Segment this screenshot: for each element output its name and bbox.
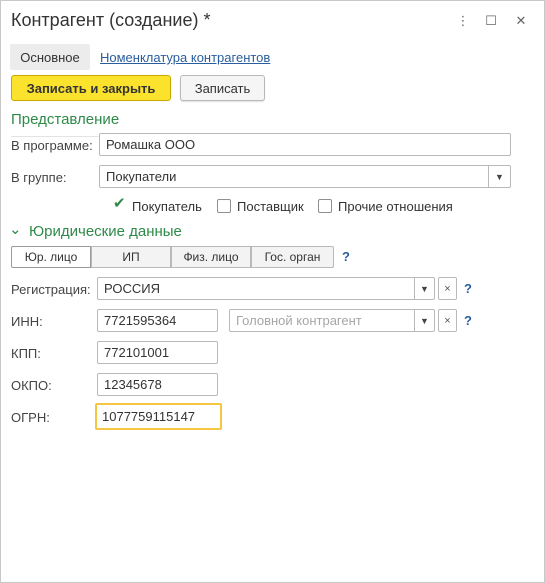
okpo-input[interactable]: 12345678 bbox=[97, 373, 218, 396]
kpp-input[interactable]: 772101001 bbox=[97, 341, 218, 364]
window-title: Контрагент (создание) * bbox=[11, 10, 211, 30]
check-icon: ✔ bbox=[113, 195, 126, 212]
collapse-chevron-icon[interactable]: ⌄ bbox=[9, 220, 22, 238]
ogrn-label: ОГРН: bbox=[11, 410, 50, 425]
maximize-icon[interactable]: ☐ bbox=[481, 11, 501, 31]
in-program-input[interactable]: Ромашка ООО bbox=[99, 133, 511, 156]
legal-type-help-icon[interactable]: ? bbox=[342, 249, 350, 264]
group-dropdown-icon[interactable]: ▼ bbox=[489, 165, 511, 188]
form-window: Контрагент (создание) * ⋮ ☐ ✕ Основное Н… bbox=[0, 0, 545, 583]
registration-clear-icon[interactable]: × bbox=[438, 277, 457, 300]
tab-main[interactable]: Основное bbox=[10, 44, 90, 70]
more-menu-icon[interactable]: ⋮ bbox=[453, 11, 473, 31]
registration-label: Регистрация: bbox=[11, 282, 91, 297]
buyer-checkbox[interactable]: ✔ bbox=[113, 195, 128, 213]
legal-data-heading[interactable]: Юридические данные bbox=[29, 223, 182, 240]
buyer-checkbox-label[interactable]: Покупатель bbox=[132, 199, 202, 214]
ogrn-input[interactable]: 1077759115147 bbox=[95, 403, 222, 430]
supplier-checkbox[interactable] bbox=[217, 199, 231, 213]
other-relations-checkbox[interactable] bbox=[318, 199, 332, 213]
in-program-label: В программе: bbox=[11, 138, 93, 153]
other-relations-checkbox-label[interactable]: Прочие отношения bbox=[338, 199, 453, 214]
head-counterparty-input[interactable]: Головной контрагент bbox=[229, 309, 415, 332]
supplier-checkbox-label[interactable]: Поставщик bbox=[237, 199, 304, 214]
presentation-heading: Представление bbox=[11, 111, 120, 128]
registration-input[interactable]: РОССИЯ bbox=[97, 277, 415, 300]
inn-help-icon[interactable]: ? bbox=[464, 313, 472, 328]
head-counterparty-dropdown-icon[interactable]: ▼ bbox=[415, 309, 435, 332]
in-group-label: В группе: bbox=[11, 170, 67, 185]
tab-individual-entrepreneur[interactable]: ИП bbox=[91, 246, 171, 268]
inn-label: ИНН: bbox=[11, 314, 43, 329]
head-counterparty-clear-icon[interactable]: × bbox=[438, 309, 457, 332]
okpo-label: ОКПО: bbox=[11, 378, 52, 393]
close-icon[interactable]: ✕ bbox=[511, 11, 531, 31]
registration-help-icon[interactable]: ? bbox=[464, 281, 472, 296]
in-group-input[interactable]: Покупатели bbox=[99, 165, 489, 188]
tab-nomenclature-link[interactable]: Номенклатура контрагентов bbox=[100, 50, 270, 65]
tab-legal-entity[interactable]: Юр. лицо bbox=[11, 246, 91, 268]
tab-government-body[interactable]: Гос. орган bbox=[251, 246, 334, 268]
save-button[interactable]: Записать bbox=[180, 75, 265, 101]
registration-dropdown-icon[interactable]: ▼ bbox=[415, 277, 435, 300]
inn-input[interactable]: 7721595364 bbox=[97, 309, 218, 332]
kpp-label: КПП: bbox=[11, 346, 41, 361]
save-and-close-button[interactable]: Записать и закрыть bbox=[11, 75, 171, 101]
tab-individual[interactable]: Физ. лицо bbox=[171, 246, 251, 268]
